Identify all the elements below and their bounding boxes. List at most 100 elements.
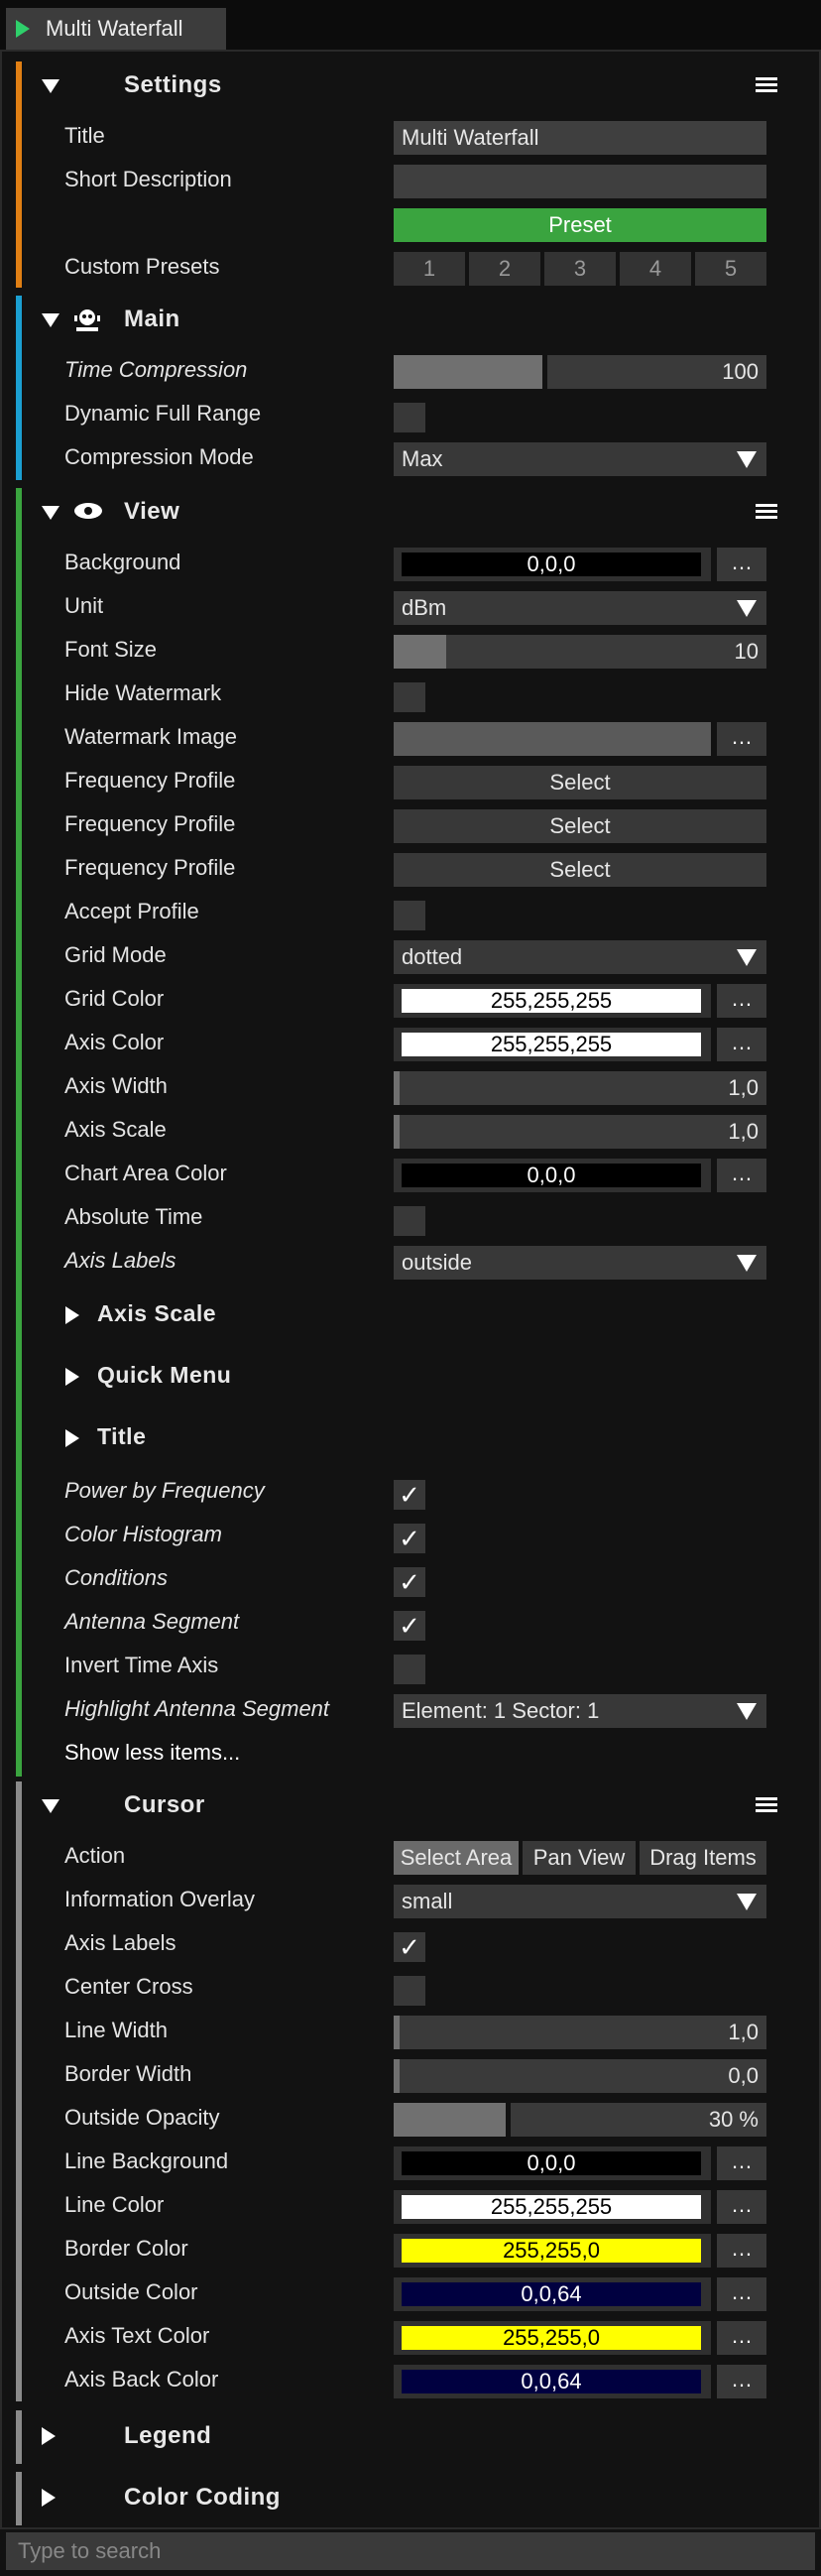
- expand-icon[interactable]: [42, 2427, 56, 2445]
- axis-back-color-field[interactable]: 0,0,64: [394, 2365, 711, 2398]
- title-input[interactable]: Multi Waterfall: [394, 121, 766, 155]
- axis-color-label: Axis Color: [64, 1030, 165, 1054]
- color-swatch: 255,255,0: [402, 2326, 701, 2350]
- outside-color-field[interactable]: 0,0,64: [394, 2277, 711, 2311]
- conditions-checkbox[interactable]: ✓: [394, 1567, 425, 1597]
- compression-mode-select[interactable]: Max: [394, 442, 766, 476]
- collapse-icon[interactable]: [42, 506, 59, 520]
- cursor-header[interactable]: Cursor: [22, 1781, 815, 1831]
- dynamic-full-range-checkbox[interactable]: [394, 403, 425, 432]
- hamburger-icon[interactable]: [756, 1797, 777, 1813]
- border-color-field[interactable]: 255,255,0: [394, 2234, 711, 2268]
- background-more-button[interactable]: …: [717, 548, 766, 581]
- collapse-icon[interactable]: [42, 313, 59, 327]
- line-background-field[interactable]: 0,0,0: [394, 2147, 711, 2180]
- search-input[interactable]: Type to search: [6, 2532, 815, 2570]
- preset-1-button[interactable]: 1: [394, 252, 465, 286]
- legend-header[interactable]: Legend: [22, 2412, 815, 2462]
- short-description-input[interactable]: [394, 165, 766, 198]
- frequency-profile-select-button[interactable]: Select: [394, 809, 766, 843]
- preset-2-button[interactable]: 2: [469, 252, 540, 286]
- line-background-more-button[interactable]: …: [717, 2147, 766, 2180]
- color-swatch: 0,0,64: [402, 2282, 701, 2306]
- collapse-icon[interactable]: [42, 79, 59, 93]
- chevron-down-icon: [737, 451, 757, 468]
- drag-items-button[interactable]: Drag Items: [640, 1841, 766, 1875]
- font-size-slider[interactable]: 10: [394, 635, 766, 669]
- line-color-row: Line Color 255,255,255 …: [0, 2183, 821, 2227]
- border-color-more-button[interactable]: …: [717, 2234, 766, 2268]
- power-by-frequency-checkbox[interactable]: ✓: [394, 1480, 425, 1510]
- information-overlay-row: Information Overlay small: [0, 1878, 821, 1921]
- watermark-image-label: Watermark Image: [64, 724, 238, 749]
- line-color-field[interactable]: 255,255,255: [394, 2190, 711, 2224]
- axis-scale-subsection[interactable]: Axis Scale: [0, 1283, 821, 1342]
- main-header[interactable]: Main: [22, 296, 815, 345]
- unit-row: Unit dBm: [0, 584, 821, 628]
- dynamic-full-range-row: Dynamic Full Range: [0, 392, 821, 435]
- chart-area-color-field[interactable]: 0,0,0: [394, 1159, 711, 1192]
- unit-select[interactable]: dBm: [394, 591, 766, 625]
- preset-3-button[interactable]: 3: [544, 252, 616, 286]
- information-overlay-select[interactable]: small: [394, 1885, 766, 1918]
- axis-width-slider[interactable]: 1,0: [394, 1071, 766, 1105]
- axis-color-more-button[interactable]: …: [717, 1028, 766, 1061]
- pan-view-button[interactable]: Pan View: [523, 1841, 636, 1875]
- hamburger-icon[interactable]: [756, 504, 777, 520]
- border-color-label: Border Color: [64, 2236, 188, 2261]
- axis-back-color-more-button[interactable]: …: [717, 2365, 766, 2398]
- font-size-label: Font Size: [64, 637, 157, 662]
- grid-mode-select[interactable]: dotted: [394, 940, 766, 974]
- chart-area-color-more-button[interactable]: …: [717, 1159, 766, 1192]
- preset-4-button[interactable]: 4: [620, 252, 691, 286]
- invert-time-axis-checkbox[interactable]: [394, 1655, 425, 1684]
- expand-icon[interactable]: [65, 1306, 79, 1324]
- grid-color-field[interactable]: 255,255,255: [394, 984, 711, 1018]
- axis-text-color-field[interactable]: 255,255,0: [394, 2321, 711, 2355]
- preset-5-button[interactable]: 5: [695, 252, 766, 286]
- accept-profile-checkbox[interactable]: [394, 901, 425, 930]
- watermark-image-more-button[interactable]: …: [717, 722, 766, 756]
- outside-color-more-button[interactable]: …: [717, 2277, 766, 2311]
- collapse-icon[interactable]: [42, 1799, 59, 1813]
- show-less-link[interactable]: Show less items...: [64, 1731, 240, 1775]
- hide-watermark-checkbox[interactable]: [394, 682, 425, 712]
- antenna-segment-checkbox[interactable]: ✓: [394, 1611, 425, 1641]
- color-histogram-label: Color Histogram: [64, 1522, 222, 1546]
- line-color-more-button[interactable]: …: [717, 2190, 766, 2224]
- expand-icon[interactable]: [42, 2489, 56, 2507]
- color-histogram-checkbox[interactable]: ✓: [394, 1524, 425, 1553]
- tab-multi-waterfall[interactable]: Multi Waterfall: [6, 8, 226, 50]
- color-coding-header[interactable]: Color Coding: [22, 2474, 815, 2523]
- frequency-profile-select-button[interactable]: Select: [394, 853, 766, 887]
- cursor-axis-labels-checkbox[interactable]: ✓: [394, 1932, 425, 1962]
- border-width-slider[interactable]: 0,0: [394, 2059, 766, 2093]
- quick-menu-subsection[interactable]: Quick Menu: [0, 1344, 821, 1404]
- line-width-slider[interactable]: 1,0: [394, 2016, 766, 2049]
- axis-text-color-more-button[interactable]: …: [717, 2321, 766, 2355]
- background-color-field[interactable]: 0,0,0: [394, 548, 711, 581]
- settings-header[interactable]: Settings: [22, 61, 815, 111]
- time-compression-slider[interactable]: 100: [394, 355, 766, 389]
- frequency-profile-select-button[interactable]: Select: [394, 766, 766, 799]
- chart-area-color-label: Chart Area Color: [64, 1161, 227, 1185]
- outside-color-label: Outside Color: [64, 2279, 198, 2304]
- select-area-button[interactable]: Select Area: [394, 1841, 519, 1875]
- axis-width-row: Axis Width 1,0: [0, 1064, 821, 1108]
- highlight-antenna-segment-select[interactable]: Element: 1 Sector: 1: [394, 1694, 766, 1728]
- axis-color-field[interactable]: 255,255,255: [394, 1028, 711, 1061]
- outside-opacity-slider[interactable]: 30 %: [394, 2103, 766, 2137]
- grid-color-more-button[interactable]: …: [717, 984, 766, 1018]
- hamburger-icon[interactable]: [756, 77, 777, 93]
- preset-button[interactable]: Preset: [394, 208, 766, 242]
- expand-icon[interactable]: [65, 1368, 79, 1386]
- absolute-time-checkbox[interactable]: [394, 1206, 425, 1236]
- expand-icon[interactable]: [65, 1429, 79, 1447]
- axis-scale-slider[interactable]: 1,0: [394, 1115, 766, 1149]
- time-compression-row: Time Compression 100: [0, 348, 821, 392]
- watermark-image-field[interactable]: [394, 722, 711, 756]
- axis-labels-select[interactable]: outside: [394, 1246, 766, 1280]
- title-subsection[interactable]: Title: [0, 1406, 821, 1465]
- center-cross-checkbox[interactable]: [394, 1976, 425, 2006]
- view-header[interactable]: View: [22, 488, 815, 538]
